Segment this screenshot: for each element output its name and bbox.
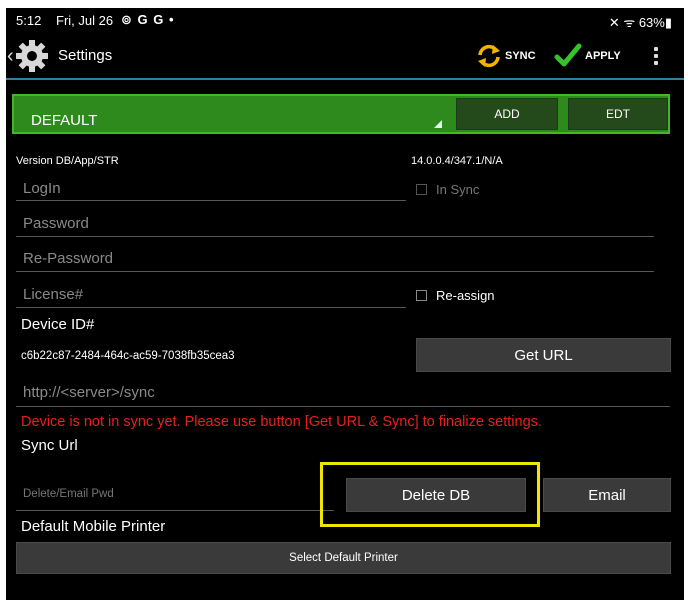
edit-profile-button[interactable]: EDT bbox=[568, 98, 668, 130]
login-placeholder: LogIn bbox=[23, 180, 61, 197]
status-bar: 5:12 Fri, Jul 26 ⊚ G G • ✕ ᯤ 63%▮ bbox=[6, 8, 684, 34]
sync-warning-message: Device is not in sync yet. Please use bu… bbox=[21, 414, 542, 430]
highlight-box bbox=[320, 462, 540, 527]
sync-arrows-icon bbox=[478, 44, 500, 68]
profile-selector[interactable]: DEFAULT ADD EDT bbox=[12, 94, 670, 134]
notification-icons: ⊚ G G • bbox=[121, 12, 175, 27]
get-url-button[interactable]: Get URL bbox=[416, 338, 671, 372]
repassword-placeholder: Re-Password bbox=[23, 250, 114, 267]
version-value: 14.0.0.4/347.1/N/A bbox=[411, 155, 503, 167]
password-input[interactable] bbox=[16, 215, 654, 237]
device-id-label: Device ID# bbox=[21, 316, 95, 333]
add-profile-button[interactable]: ADD bbox=[456, 98, 558, 130]
sync-button[interactable]: SYNC bbox=[476, 40, 536, 72]
device-screen: 5:12 Fri, Jul 26 ⊚ G G • ✕ ᯤ 63%▮ ‹ Sett… bbox=[6, 8, 684, 600]
delete-email-pwd-placeholder: Delete/Email Pwd bbox=[23, 488, 114, 500]
password-placeholder: Password bbox=[23, 215, 89, 232]
page-title: Settings bbox=[58, 47, 113, 64]
license-placeholder: License# bbox=[23, 286, 84, 303]
sync-label: SYNC bbox=[505, 50, 536, 62]
apply-button[interactable]: APPLY bbox=[554, 40, 621, 72]
overflow-menu-icon[interactable] bbox=[646, 44, 666, 68]
status-date: Fri, Jul 26 bbox=[56, 13, 114, 28]
settings-gear-icon[interactable] bbox=[15, 39, 49, 73]
apply-label: APPLY bbox=[585, 50, 621, 62]
dropdown-arrow-icon bbox=[434, 120, 442, 128]
sync-url-placeholder: http://<server>/sync bbox=[23, 384, 155, 401]
select-printer-button[interactable]: Select Default Printer bbox=[16, 542, 671, 574]
battery-status: ✕ ᯤ 63%▮ bbox=[608, 15, 672, 30]
email-button[interactable]: Email bbox=[543, 478, 671, 512]
login-input[interactable] bbox=[16, 179, 406, 201]
checkmark-icon bbox=[554, 43, 582, 67]
in-sync-label: In Sync bbox=[436, 182, 480, 197]
action-bar: ‹ Settings SYNC APPLY bbox=[6, 34, 684, 80]
status-time: 5:12 bbox=[16, 13, 42, 28]
reassign-checkbox[interactable] bbox=[416, 290, 427, 301]
printer-label: Default Mobile Printer bbox=[21, 518, 166, 535]
reassign-label: Re-assign bbox=[436, 288, 495, 303]
in-sync-checkbox bbox=[416, 184, 427, 195]
back-chevron-icon[interactable]: ‹ bbox=[7, 45, 14, 68]
device-id-value: c6b22c87-2484-464c-ac59-7038fb35cea3 bbox=[21, 350, 235, 362]
profile-selected-value: DEFAULT bbox=[31, 112, 98, 129]
version-label: Version DB/App/STR bbox=[16, 155, 119, 167]
sync-url-label: Sync Url bbox=[21, 437, 78, 454]
